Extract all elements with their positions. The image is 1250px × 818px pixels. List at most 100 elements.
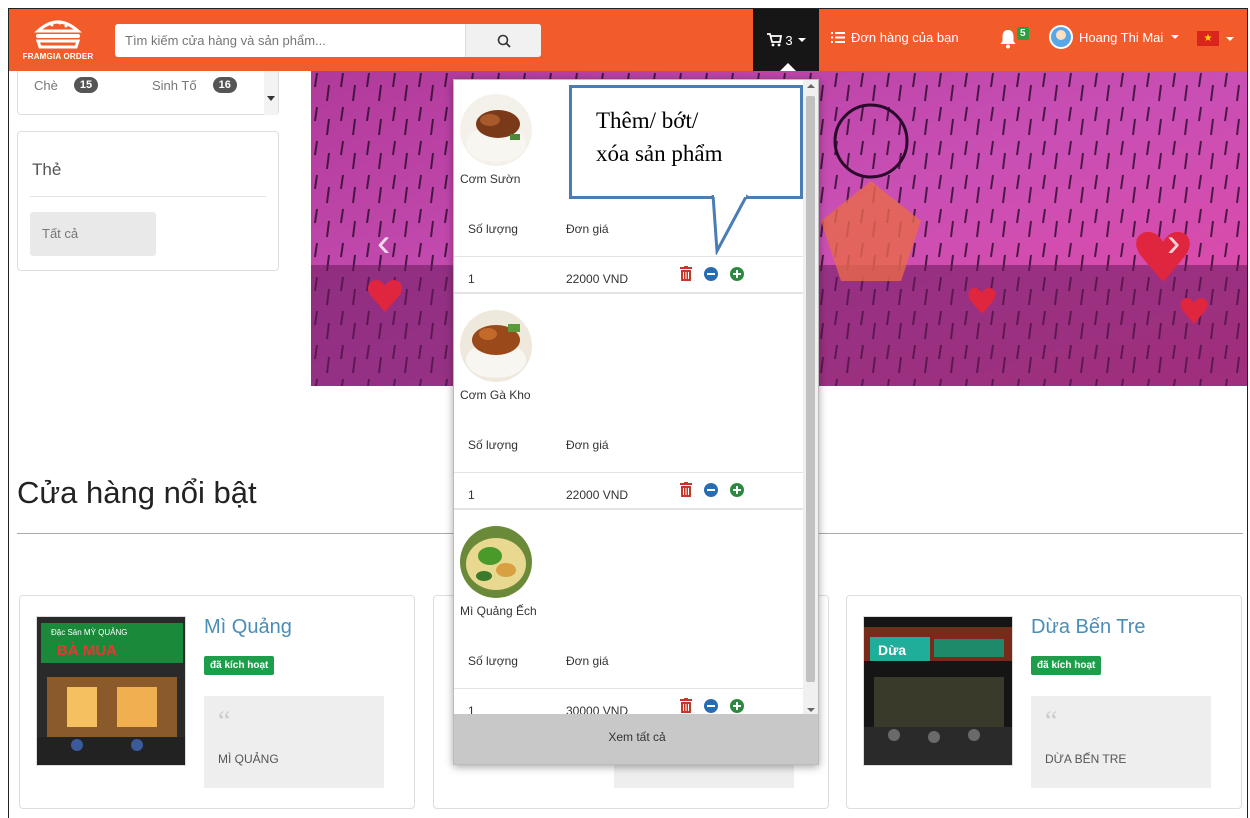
avatar bbox=[1049, 25, 1073, 49]
store-card[interactable]: Đặc Sản MỲ QUẢNG BÀ MUA Mì Quảng đã kích… bbox=[19, 595, 415, 809]
quote-icon: “ bbox=[218, 706, 231, 737]
product-name: Cơm Sườn bbox=[460, 172, 521, 186]
tags-title: Thẻ bbox=[32, 160, 62, 179]
cart-item: Cơm Gà Kho Số lượng Đơn giá 1 22000 VND bbox=[454, 296, 804, 510]
price-header: Đơn giá bbox=[566, 222, 609, 236]
category-scrollbar[interactable] bbox=[264, 71, 278, 115]
user-name: Hoang Thi Mai bbox=[1079, 29, 1164, 45]
decrease-quantity-icon[interactable] bbox=[704, 698, 718, 713]
store-card[interactable]: Dừa Dừa Bến Tre đã kích hoạt “ DỪA BẾN T… bbox=[846, 595, 1242, 809]
burger-logo-icon bbox=[34, 20, 82, 49]
language-selector[interactable]: ★ bbox=[1197, 31, 1234, 46]
product-name: Cơm Gà Kho bbox=[460, 388, 531, 402]
quantity-header: Số lượng bbox=[468, 438, 518, 452]
cart-icon bbox=[767, 33, 783, 47]
trash-icon[interactable] bbox=[680, 482, 692, 497]
quote-text: DỪA BẾN TRE bbox=[1045, 752, 1127, 766]
category-label: Sinh Tố bbox=[152, 77, 197, 93]
price-value: 22000 VND bbox=[566, 272, 629, 286]
search-icon bbox=[497, 34, 511, 48]
divider bbox=[454, 472, 804, 473]
tags-panel: Thẻ Tất cả bbox=[17, 131, 279, 271]
sign-text-main: BÀ MUA bbox=[57, 642, 117, 659]
annotation-callout: Thêm/ bớt/ xóa sản phẩm bbox=[569, 85, 803, 199]
logo[interactable]: FRAMGIA ORDER bbox=[19, 15, 97, 67]
user-menu[interactable]: Hoang Thi Mai bbox=[1049, 25, 1180, 49]
search-input[interactable] bbox=[115, 24, 465, 57]
category-count: 16 bbox=[212, 77, 237, 93]
carousel-next-icon[interactable]: › bbox=[1167, 221, 1180, 266]
item-actions bbox=[680, 266, 744, 281]
callout-line: xóa sản phẩm bbox=[596, 141, 723, 167]
list-icon bbox=[831, 32, 845, 43]
decrease-quantity-icon[interactable] bbox=[704, 482, 718, 497]
price-header: Đơn giá bbox=[566, 438, 609, 452]
status-badge: đã kích hoạt bbox=[204, 656, 275, 675]
price-header: Đơn giá bbox=[566, 654, 609, 668]
view-all-button[interactable]: Xem tất cả bbox=[454, 714, 818, 764]
category-list: Chè 15 Sinh Tố 16 bbox=[17, 71, 279, 115]
quantity-value: 1 bbox=[468, 272, 475, 286]
quantity-value: 1 bbox=[468, 488, 475, 502]
divider bbox=[30, 196, 266, 197]
item-actions bbox=[680, 482, 744, 497]
scroll-up-icon[interactable] bbox=[807, 84, 815, 88]
notification-badge: 5 bbox=[1017, 27, 1029, 40]
category-item[interactable]: Sinh Tố 16 bbox=[152, 77, 237, 93]
chevron-down-icon bbox=[1226, 36, 1234, 41]
scroll-down-icon[interactable] bbox=[807, 708, 815, 712]
price-value: 22000 VND bbox=[566, 488, 629, 502]
orders-label: Đơn hàng của bạn bbox=[851, 30, 959, 45]
scroll-thumb[interactable] bbox=[806, 96, 815, 682]
trash-icon[interactable] bbox=[680, 266, 692, 281]
store-image: Đặc Sản MỲ QUẢNG BÀ MUA bbox=[36, 616, 186, 766]
store-image: Dừa bbox=[863, 616, 1013, 766]
store-name[interactable]: Mì Quảng bbox=[204, 616, 292, 639]
category-label: Chè bbox=[34, 77, 58, 93]
cart-count: 3 bbox=[785, 32, 793, 48]
vietnam-flag-icon: ★ bbox=[1197, 31, 1219, 46]
decrease-quantity-icon[interactable] bbox=[704, 266, 718, 281]
store-quote: “ MÌ QUẢNG bbox=[204, 696, 384, 788]
logo-text: FRAMGIA ORDER bbox=[22, 52, 94, 61]
orders-link[interactable]: Đơn hàng của bạn bbox=[831, 30, 959, 45]
featured-title: Cửa hàng nổi bật bbox=[17, 475, 257, 510]
carousel-prev-icon[interactable]: ‹ bbox=[377, 221, 390, 266]
category-count: 15 bbox=[73, 77, 99, 93]
cart-item: Mì Quảng Ếch Số lượng Đơn giá 1 30000 VN… bbox=[454, 512, 804, 726]
search-button[interactable] bbox=[465, 24, 541, 57]
trash-icon[interactable] bbox=[680, 698, 692, 713]
cart-button[interactable]: 3 bbox=[753, 9, 819, 72]
quantity-header: Số lượng bbox=[468, 654, 518, 668]
sign-text: Dừa bbox=[878, 642, 906, 658]
sign-text: Đặc Sản MỲ QUẢNG bbox=[51, 628, 127, 637]
product-image bbox=[460, 526, 532, 598]
quote-icon: “ bbox=[1045, 706, 1058, 737]
product-image bbox=[460, 94, 532, 166]
item-actions bbox=[680, 698, 744, 713]
product-name: Mì Quảng Ếch bbox=[460, 604, 537, 618]
callout-text: Thêm/ bớt/ xóa sản phẩm bbox=[596, 104, 722, 171]
increase-quantity-icon[interactable] bbox=[730, 482, 744, 497]
divider bbox=[454, 688, 804, 689]
store-name[interactable]: Dừa Bến Tre bbox=[1031, 616, 1146, 639]
tag-all-button[interactable]: Tất cả bbox=[30, 212, 156, 256]
category-item[interactable]: Chè 15 bbox=[34, 77, 99, 93]
chevron-down-icon bbox=[1171, 35, 1180, 39]
chevron-down-icon bbox=[797, 38, 806, 42]
callout-line: Thêm/ bớt/ bbox=[596, 108, 699, 133]
search-bar bbox=[115, 24, 541, 57]
increase-quantity-icon[interactable] bbox=[730, 698, 744, 713]
divider bbox=[454, 256, 804, 257]
top-navbar: FRAMGIA ORDER 3 bbox=[9, 9, 1247, 72]
callout-pointer bbox=[711, 193, 749, 255]
quote-text: MÌ QUẢNG bbox=[218, 752, 279, 766]
increase-quantity-icon[interactable] bbox=[730, 266, 744, 281]
store-quote: “ DỪA BẾN TRE bbox=[1031, 696, 1211, 788]
bell-icon[interactable] bbox=[999, 29, 1017, 49]
app-window: FRAMGIA ORDER 3 bbox=[8, 8, 1248, 818]
cart-scrollbar[interactable] bbox=[803, 80, 818, 716]
status-badge: đã kích hoạt bbox=[1031, 656, 1102, 675]
product-image bbox=[460, 310, 532, 382]
quantity-header: Số lượng bbox=[468, 222, 518, 236]
